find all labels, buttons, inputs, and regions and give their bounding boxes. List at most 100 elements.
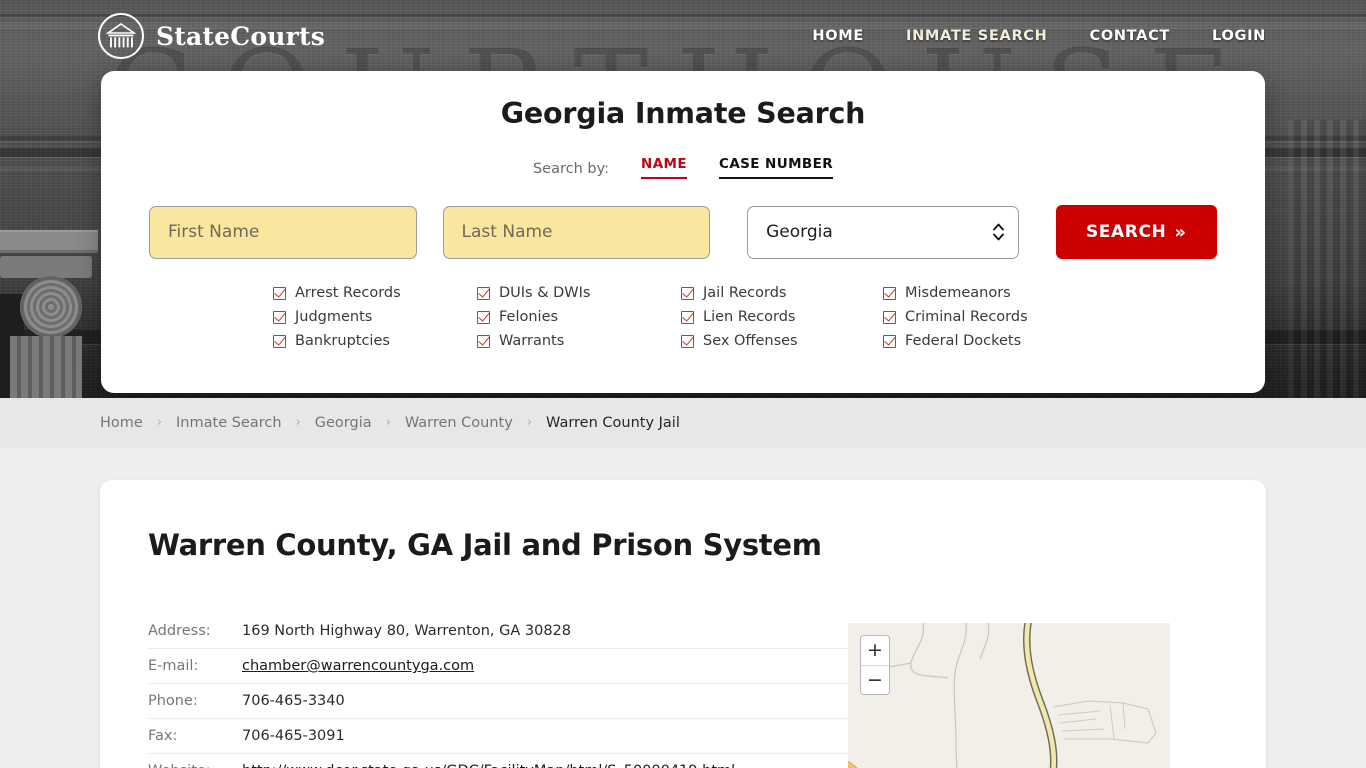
detail-label-website: Website: (148, 763, 242, 768)
chevron-updown-icon (992, 223, 1004, 241)
record-type-label: Criminal Records (905, 309, 1028, 325)
checkbox-checked-icon[interactable] (477, 334, 490, 348)
search-by-row: Search by: NAME CASE NUMBER (149, 156, 1217, 179)
search-card-title: Georgia Inmate Search (500, 97, 866, 130)
breadcrumb-item-current: Warren County Jail (546, 415, 680, 431)
chevron-right-icon: › (385, 414, 391, 430)
main-nav: HOME INMATE SEARCH CONTACT LOGIN (812, 28, 1266, 44)
inmate-search-card: Georgia Inmate Search Search by: NAME CA… (101, 71, 1265, 393)
record-type-label: Felonies (499, 309, 559, 325)
record-type-label: Arrest Records (295, 285, 401, 301)
tab-name[interactable]: NAME (641, 156, 688, 179)
map-zoom-in-button[interactable]: + (861, 636, 889, 665)
table-row: Website: http://www.dcor.state.ga.us/GDC… (148, 754, 855, 768)
record-type-item[interactable]: Federal Dockets (883, 333, 1093, 349)
record-type-item[interactable]: Judgments (273, 309, 477, 325)
breadcrumb-item-home[interactable]: Home (100, 415, 143, 431)
map-zoom-out-button[interactable]: − (861, 665, 889, 694)
record-type-list: Arrest Records DUIs & DWIs Jail Records … (149, 285, 1217, 349)
breadcrumb: Home › Inmate Search › Georgia › Warren … (100, 415, 680, 431)
state-select-value: Georgia (766, 222, 833, 242)
search-form: First Name Last Name Georgia SEARCH » (149, 205, 1217, 259)
detail-label-address: Address: (148, 623, 211, 639)
nav-item-login[interactable]: LOGIN (1212, 28, 1266, 44)
email-link[interactable]: chamber@warrencountyga.com (242, 658, 474, 674)
double-chevron-right-icon: » (1174, 221, 1187, 243)
checkbox-checked-icon[interactable] (477, 286, 490, 300)
content-wrapper: Warren County, GA Jail and Prison System… (0, 448, 1366, 768)
breadcrumb-bar: Home › Inmate Search › Georgia › Warren … (0, 398, 1366, 448)
hero-header: COURTHOUSE StateCourts (0, 0, 1366, 398)
checkbox-checked-icon[interactable] (883, 310, 896, 324)
record-type-label: Bankruptcies (295, 333, 390, 349)
ionic-column-capital (0, 232, 98, 398)
record-type-item[interactable]: Jail Records (681, 285, 883, 301)
checkbox-checked-icon[interactable] (681, 310, 694, 324)
record-type-label: Judgments (295, 309, 373, 325)
search-by-label: Search by: (532, 161, 609, 177)
record-type-label: Warrants (499, 333, 565, 349)
detail-label-fax: Fax: (148, 728, 178, 744)
nav-item-inmate-search[interactable]: INMATE SEARCH (906, 28, 1048, 44)
record-type-item[interactable]: DUIs & DWIs (477, 285, 681, 301)
facility-details-table: Address: 169 North Highway 80, Warrenton… (148, 614, 855, 768)
breadcrumb-item-inmate-search[interactable]: Inmate Search (176, 415, 282, 431)
record-type-item[interactable]: Criminal Records (883, 309, 1093, 325)
brand-logo[interactable]: StateCourts (98, 13, 325, 59)
first-name-input[interactable]: First Name (149, 205, 417, 259)
brand-name: StateCourts (156, 21, 325, 51)
record-type-item[interactable]: Bankruptcies (273, 333, 477, 349)
record-type-label: Sex Offenses (703, 333, 798, 349)
page-title: Warren County, GA Jail and Prison System (148, 528, 822, 562)
detail-value-phone: 706-465-3340 (242, 693, 345, 709)
state-select[interactable]: Georgia (747, 205, 1019, 259)
website-link[interactable]: http://www.dcor.state.ga.us/GDC/Facility… (242, 763, 735, 768)
tab-case-number[interactable]: CASE NUMBER (719, 156, 834, 179)
record-type-label: Lien Records (703, 309, 796, 325)
location-map[interactable]: + − (848, 623, 1170, 768)
breadcrumb-item-warren-county[interactable]: Warren County (405, 415, 513, 431)
chevron-right-icon: › (526, 414, 533, 430)
checkbox-checked-icon[interactable] (883, 334, 896, 348)
nav-item-home[interactable]: HOME (812, 28, 864, 44)
table-row: E-mail: chamber@warrencountyga.com (148, 649, 855, 684)
search-button[interactable]: SEARCH » (1055, 205, 1217, 259)
table-row: Address: 169 North Highway 80, Warrenton… (148, 614, 855, 649)
courthouse-circle-icon (98, 13, 144, 59)
record-type-item[interactable]: Warrants (477, 333, 681, 349)
search-button-label: SEARCH (1085, 222, 1167, 242)
last-name-input[interactable]: Last Name (442, 205, 711, 259)
detail-label-email: E-mail: (148, 658, 199, 674)
nav-item-contact[interactable]: CONTACT (1089, 28, 1170, 44)
checkbox-checked-icon[interactable] (477, 310, 490, 324)
record-type-item[interactable]: Sex Offenses (681, 333, 883, 349)
record-type-item[interactable]: Lien Records (681, 309, 883, 325)
record-type-label: Jail Records (703, 285, 787, 301)
table-row: Phone: 706-465-3340 (148, 684, 855, 719)
checkbox-checked-icon[interactable] (681, 334, 694, 348)
chevron-right-icon: › (295, 414, 301, 430)
record-type-item[interactable]: Arrest Records (273, 285, 477, 301)
checkbox-checked-icon[interactable] (681, 286, 694, 300)
checkbox-checked-icon[interactable] (273, 334, 286, 348)
chevron-right-icon: › (156, 414, 163, 430)
pilaster-decoration (1288, 120, 1366, 398)
table-row: Fax: 706-465-3091 (148, 719, 855, 754)
detail-value-address: 169 North Highway 80, Warrenton, GA 3082… (242, 623, 571, 639)
detail-value-fax: 706-465-3091 (242, 728, 345, 744)
record-type-item[interactable]: Felonies (477, 309, 681, 325)
map-zoom-controls[interactable]: + − (860, 635, 890, 695)
record-type-label: DUIs & DWIs (499, 285, 591, 301)
checkbox-checked-icon[interactable] (883, 286, 896, 300)
detail-label-phone: Phone: (148, 693, 198, 709)
record-type-item[interactable]: Misdemeanors (883, 285, 1093, 301)
detail-value-email: chamber@warrencountyga.com (242, 658, 474, 674)
detail-value-website: http://www.dcor.state.ga.us/GDC/Facility… (242, 763, 735, 768)
record-type-label: Federal Dockets (905, 333, 1022, 349)
checkbox-checked-icon[interactable] (273, 310, 286, 324)
breadcrumb-item-georgia[interactable]: Georgia (315, 415, 372, 431)
top-navigation-bar: StateCourts HOME INMATE SEARCH CONTACT L… (0, 0, 1366, 72)
facility-detail-card: Warren County, GA Jail and Prison System… (100, 480, 1266, 768)
record-type-label: Misdemeanors (905, 285, 1011, 301)
checkbox-checked-icon[interactable] (273, 286, 286, 300)
